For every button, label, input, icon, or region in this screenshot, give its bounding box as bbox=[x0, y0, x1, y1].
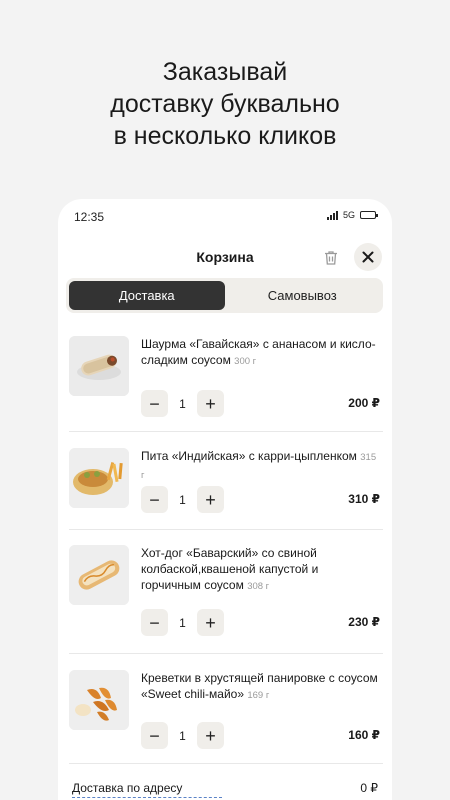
close-button[interactable] bbox=[354, 243, 382, 271]
trash-icon[interactable] bbox=[322, 249, 340, 267]
close-icon bbox=[362, 251, 374, 263]
tab-delivery[interactable]: Доставка bbox=[69, 281, 225, 310]
increase-button[interactable]: + bbox=[197, 390, 224, 417]
page-title: Корзина bbox=[196, 249, 254, 265]
item-price: 230 ₽ bbox=[348, 615, 380, 629]
quantity-value: 1 bbox=[179, 728, 186, 743]
increase-button[interactable]: + bbox=[197, 722, 224, 749]
promo-line: доставку буквально bbox=[110, 90, 340, 118]
decrease-button[interactable]: − bbox=[141, 609, 168, 636]
quantity-stepper: − 1 + bbox=[141, 609, 224, 636]
divider bbox=[69, 431, 383, 432]
divider bbox=[69, 763, 383, 764]
divider bbox=[69, 529, 383, 530]
quantity-stepper: − 1 + bbox=[141, 722, 224, 749]
tab-pickup[interactable]: Самовывоз bbox=[225, 281, 381, 310]
status-time: 12:35 bbox=[74, 210, 105, 224]
quantity-stepper: − 1 + bbox=[141, 390, 224, 417]
delivery-label: Доставка по адресу bbox=[72, 781, 183, 795]
item-weight: 300 г bbox=[234, 356, 257, 367]
delivery-cost-row: Доставка по адресу 0 ₽ bbox=[72, 781, 378, 795]
increase-button[interactable]: + bbox=[197, 609, 224, 636]
item-weight: 169 г bbox=[247, 690, 270, 701]
network-label: 5G bbox=[342, 210, 355, 220]
item-title: Хот-дог «Баварский» со свиной колбаской,… bbox=[141, 546, 319, 592]
quantity-value: 1 bbox=[179, 396, 186, 411]
decrease-button[interactable]: − bbox=[141, 486, 168, 513]
divider bbox=[69, 653, 383, 654]
phone-screen: 12:35 5G Корзина Доставка Самовывоз Шаур… bbox=[58, 199, 392, 800]
item-image bbox=[69, 448, 129, 508]
item-title: Шаурма «Гавайская» с ананасом и кисло-сл… bbox=[141, 337, 376, 367]
increase-button[interactable]: + bbox=[197, 486, 224, 513]
item-name: Креветки в хрустящей панировке с соусом … bbox=[141, 670, 381, 704]
status-bar: 12:35 5G bbox=[58, 199, 392, 233]
quantity-value: 1 bbox=[179, 615, 186, 630]
item-name: Хот-дог «Баварский» со свиной колбаской,… bbox=[141, 545, 381, 595]
quantity-value: 1 bbox=[179, 492, 186, 507]
item-name: Пита «Индийская» с карри-цыпленком 315 г bbox=[141, 448, 381, 484]
item-image bbox=[69, 545, 129, 605]
delivery-mode-switch: Доставка Самовывоз bbox=[66, 278, 383, 313]
signal-icon bbox=[326, 210, 338, 220]
item-name: Шаурма «Гавайская» с ананасом и кисло-сл… bbox=[141, 336, 381, 370]
battery-icon bbox=[360, 211, 378, 219]
item-image bbox=[69, 670, 129, 730]
item-price: 310 ₽ bbox=[348, 492, 380, 506]
item-weight: 308 г bbox=[247, 581, 270, 592]
item-price: 200 ₽ bbox=[348, 396, 380, 410]
promo-line: в несколько кликов bbox=[113, 122, 337, 150]
promo-heading: Заказывай доставку буквально в несколько… bbox=[0, 56, 450, 152]
status-indicators: 5G bbox=[326, 210, 378, 220]
decrease-button[interactable]: − bbox=[141, 722, 168, 749]
delivery-price: 0 ₽ bbox=[360, 781, 378, 795]
cart-header: Корзина bbox=[58, 243, 392, 273]
decrease-button[interactable]: − bbox=[141, 390, 168, 417]
item-title: Пита «Индийская» с карри-цыпленком bbox=[141, 449, 357, 463]
quantity-stepper: − 1 + bbox=[141, 486, 224, 513]
promo-line: Заказывай bbox=[162, 58, 288, 86]
item-image bbox=[69, 336, 129, 396]
item-price: 160 ₽ bbox=[348, 728, 380, 742]
